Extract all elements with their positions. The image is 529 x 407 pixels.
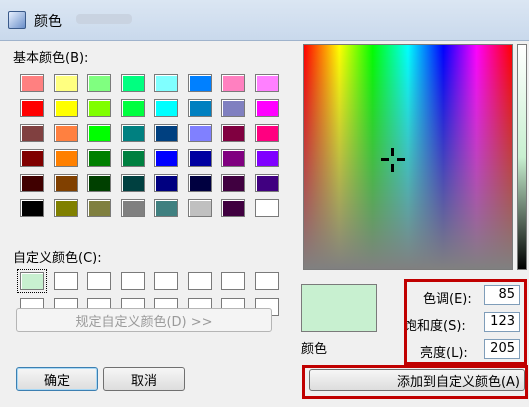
crosshair-icon bbox=[381, 148, 405, 172]
basic-color-swatch[interactable] bbox=[53, 174, 78, 192]
basic-color-swatch[interactable] bbox=[20, 149, 44, 167]
basic-color-swatch[interactable] bbox=[53, 99, 78, 117]
basic-color-swatch[interactable] bbox=[120, 74, 145, 92]
blurred-title-region bbox=[76, 14, 132, 24]
basic-color-swatch[interactable] bbox=[187, 124, 212, 142]
basic-color-swatch[interactable] bbox=[254, 174, 279, 192]
basic-color-swatch[interactable] bbox=[221, 149, 245, 167]
basic-color-swatch[interactable] bbox=[120, 149, 145, 167]
basic-color-swatch[interactable] bbox=[221, 174, 245, 192]
basic-color-swatch[interactable] bbox=[87, 174, 111, 192]
basic-color-swatch[interactable] bbox=[254, 99, 279, 117]
basic-color-swatch[interactable] bbox=[20, 124, 44, 142]
basic-color-swatch[interactable] bbox=[53, 199, 78, 217]
basic-color-swatch[interactable] bbox=[154, 199, 178, 217]
basic-color-swatch[interactable] bbox=[87, 74, 111, 92]
basic-color-swatch[interactable] bbox=[87, 99, 111, 117]
custom-color-swatch[interactable] bbox=[154, 272, 178, 290]
custom-color-swatch[interactable] bbox=[17, 269, 47, 293]
basic-color-swatch[interactable] bbox=[187, 199, 212, 217]
basic-color-swatch[interactable] bbox=[154, 174, 178, 192]
basic-color-swatch[interactable] bbox=[254, 74, 279, 92]
basic-color-swatch[interactable] bbox=[221, 99, 245, 117]
app-icon bbox=[8, 11, 26, 29]
add-button-highlight-box bbox=[302, 365, 528, 399]
luminance-slider[interactable] bbox=[517, 44, 527, 270]
basic-color-swatch[interactable] bbox=[221, 199, 245, 217]
basic-color-swatch[interactable] bbox=[154, 99, 178, 117]
basic-color-swatch[interactable] bbox=[53, 149, 78, 167]
define-custom-colors-button[interactable]: 规定自定义颜色(D) >> bbox=[16, 308, 272, 332]
custom-color-swatch[interactable] bbox=[53, 272, 78, 290]
basic-color-swatch[interactable] bbox=[53, 124, 78, 142]
cancel-button[interactable]: 取消 bbox=[103, 367, 185, 391]
basic-color-swatch[interactable] bbox=[221, 124, 245, 142]
color-preview bbox=[301, 284, 377, 332]
title-bar: 颜色 bbox=[0, 0, 529, 41]
custom-color-swatch[interactable] bbox=[120, 272, 145, 290]
basic-color-swatch[interactable] bbox=[254, 199, 279, 217]
basic-color-swatch[interactable] bbox=[154, 149, 178, 167]
basic-color-swatch[interactable] bbox=[20, 74, 44, 92]
hsl-highlight-box bbox=[404, 279, 527, 365]
ok-button[interactable]: 确定 bbox=[16, 367, 98, 391]
basic-color-swatch[interactable] bbox=[120, 99, 145, 117]
basic-color-swatch[interactable] bbox=[187, 149, 212, 167]
preview-label: 颜色 bbox=[301, 342, 328, 357]
basic-color-swatch[interactable] bbox=[187, 74, 212, 92]
basic-color-swatch[interactable] bbox=[120, 124, 145, 142]
basic-color-swatch[interactable] bbox=[254, 124, 279, 142]
basic-color-swatch[interactable] bbox=[254, 149, 279, 167]
basic-color-swatch[interactable] bbox=[154, 124, 178, 142]
color-spectrum[interactable] bbox=[303, 44, 513, 270]
basic-color-swatch[interactable] bbox=[53, 74, 78, 92]
window-title: 颜色 bbox=[34, 14, 62, 30]
basic-colors-label: 基本颜色(B): bbox=[13, 51, 89, 66]
custom-color-swatch[interactable] bbox=[221, 272, 245, 290]
basic-color-swatch[interactable] bbox=[20, 174, 44, 192]
basic-color-swatch[interactable] bbox=[120, 199, 145, 217]
custom-color-swatch[interactable] bbox=[187, 272, 212, 290]
basic-color-swatch[interactable] bbox=[20, 99, 44, 117]
basic-color-swatch[interactable] bbox=[187, 99, 212, 117]
basic-color-swatch[interactable] bbox=[87, 124, 111, 142]
basic-color-swatch[interactable] bbox=[154, 74, 178, 92]
basic-color-swatch[interactable] bbox=[87, 199, 111, 217]
custom-color-swatch[interactable] bbox=[254, 272, 279, 290]
basic-color-swatch[interactable] bbox=[20, 199, 44, 217]
custom-color-swatch[interactable] bbox=[87, 272, 111, 290]
basic-color-swatch[interactable] bbox=[187, 174, 212, 192]
custom-colors-label: 自定义颜色(C): bbox=[13, 251, 102, 266]
basic-color-swatch[interactable] bbox=[120, 174, 145, 192]
basic-color-swatch[interactable] bbox=[87, 149, 111, 167]
basic-color-swatch[interactable] bbox=[221, 74, 245, 92]
